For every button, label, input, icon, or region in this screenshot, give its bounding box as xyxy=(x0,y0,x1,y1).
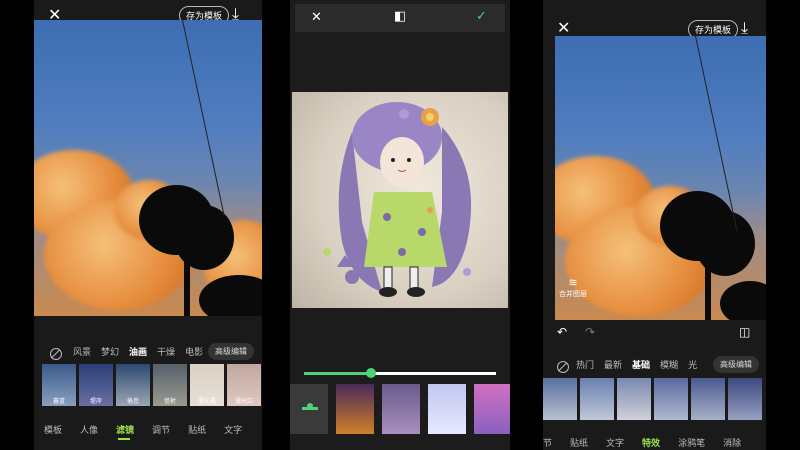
nav-adjust[interactable]: 节 xyxy=(543,436,552,449)
nav-erase[interactable]: 消除 xyxy=(723,436,741,449)
tab-scenery[interactable]: 风景 xyxy=(68,345,96,358)
effect-thumb[interactable] xyxy=(543,378,577,420)
tab-basic[interactable]: 基础 xyxy=(627,358,655,371)
nav-portrait[interactable]: 人像 xyxy=(80,423,98,436)
effect-thumbnails xyxy=(543,378,762,420)
effect-thumb[interactable] xyxy=(336,384,374,434)
layers-icon: ≋ xyxy=(568,276,578,289)
effect-thumb[interactable] xyxy=(382,384,420,434)
compare-icon[interactable]: ◫ xyxy=(739,324,750,340)
filter-thumb[interactable]: 怪射 xyxy=(153,364,187,406)
confirm-check-icon[interactable]: ✓ xyxy=(476,9,487,25)
photo-preview: ≋ 合并图层 xyxy=(555,36,766,320)
nav-doodle[interactable]: 涂鸦笔 xyxy=(678,436,705,449)
effect-thumb[interactable] xyxy=(617,378,651,420)
nav-text[interactable]: 文字 xyxy=(224,423,242,436)
effect-thumb[interactable] xyxy=(654,378,688,420)
tab-oil-painting[interactable]: 油画 xyxy=(124,345,152,358)
tab-hot[interactable]: 热门 xyxy=(571,358,599,371)
merge-layers-button[interactable]: ≋ 合并图层 xyxy=(559,276,587,299)
compare-icon[interactable]: ◧ xyxy=(394,9,406,25)
filter-category-tabs: 风景 梦幻 油画 干燥 电影 xyxy=(68,345,208,358)
download-icon[interactable]: ⤓ xyxy=(741,20,748,36)
effects-editor-panel: ✕ 存为模板 ⤓ ≋ 合并图层 ↶ ↷ ◫ 热门 最新 基础 模糊 光 高级编辑 xyxy=(543,0,766,450)
undo-icon[interactable]: ↶ xyxy=(557,324,567,340)
filter-thumb[interactable]: 暮蓝 xyxy=(42,364,76,406)
tab-latest[interactable]: 最新 xyxy=(599,358,627,371)
effect-thumb[interactable] xyxy=(691,378,725,420)
filter-editor-panel: ✕ 存为模板 ⤓ 风景 梦幻 油画 干燥 电影 高级编辑 暮蓝 堤岸 倦怠 怪射… xyxy=(34,0,262,450)
image-adjust-panel: ✕ ◧ ✓ xyxy=(290,0,510,450)
nav-text[interactable]: 文字 xyxy=(606,436,624,449)
effect-thumb[interactable] xyxy=(474,384,510,434)
effect-category-tabs: 热门 最新 基础 模糊 光 xyxy=(571,358,702,371)
nav-filter[interactable]: 滤镜 xyxy=(116,423,134,436)
filter-thumb[interactable]: 倦怠 xyxy=(116,364,150,406)
filter-thumb[interactable]: 堤岸 xyxy=(79,364,113,406)
nav-sticker[interactable]: 贴纸 xyxy=(188,423,206,436)
tab-blur[interactable]: 模糊 xyxy=(655,358,683,371)
filter-thumb[interactable]: 薄光红 xyxy=(227,364,261,406)
close-icon[interactable]: ✕ xyxy=(311,10,322,26)
redo-icon[interactable]: ↷ xyxy=(585,324,595,340)
tab-movie[interactable]: 电影 xyxy=(180,345,208,358)
nav-active-indicator xyxy=(118,438,130,440)
nav-template[interactable]: 模板 xyxy=(44,423,62,436)
photo-preview xyxy=(34,20,262,316)
nav-effects[interactable]: 特效 xyxy=(642,436,660,449)
effect-thumbnails xyxy=(290,384,510,434)
effect-thumb[interactable] xyxy=(728,378,762,420)
close-icon[interactable]: ✕ xyxy=(557,20,570,36)
advanced-edit-button[interactable]: 高级编辑 xyxy=(713,356,759,373)
filter-thumbnails: 暮蓝 堤岸 倦怠 怪射 薄光晨 薄光红 xyxy=(42,364,261,406)
intensity-slider-fill xyxy=(304,372,371,375)
illustration-preview xyxy=(292,92,508,308)
tab-light[interactable]: 光 xyxy=(683,358,702,371)
tab-dreamy[interactable]: 梦幻 xyxy=(96,345,124,358)
filter-thumb[interactable]: 薄光晨 xyxy=(190,364,224,406)
effect-thumb-selected[interactable] xyxy=(290,384,328,434)
bottom-nav: 模板 人像 滤镜 调节 贴纸 文字 xyxy=(44,423,260,436)
no-filter-icon[interactable] xyxy=(50,345,62,364)
effect-thumb[interactable] xyxy=(580,378,614,420)
intensity-slider-handle[interactable] xyxy=(366,368,376,378)
advanced-edit-button[interactable]: 高级编辑 xyxy=(208,343,254,360)
no-effect-icon[interactable] xyxy=(557,358,569,377)
tab-dry[interactable]: 干燥 xyxy=(152,345,180,358)
bottom-nav: 节 贴纸 文字 特效 涂鸦笔 消除 xyxy=(543,436,759,449)
nav-adjust[interactable]: 调节 xyxy=(152,423,170,436)
nav-sticker[interactable]: 贴纸 xyxy=(570,436,588,449)
effect-thumb[interactable] xyxy=(428,384,466,434)
